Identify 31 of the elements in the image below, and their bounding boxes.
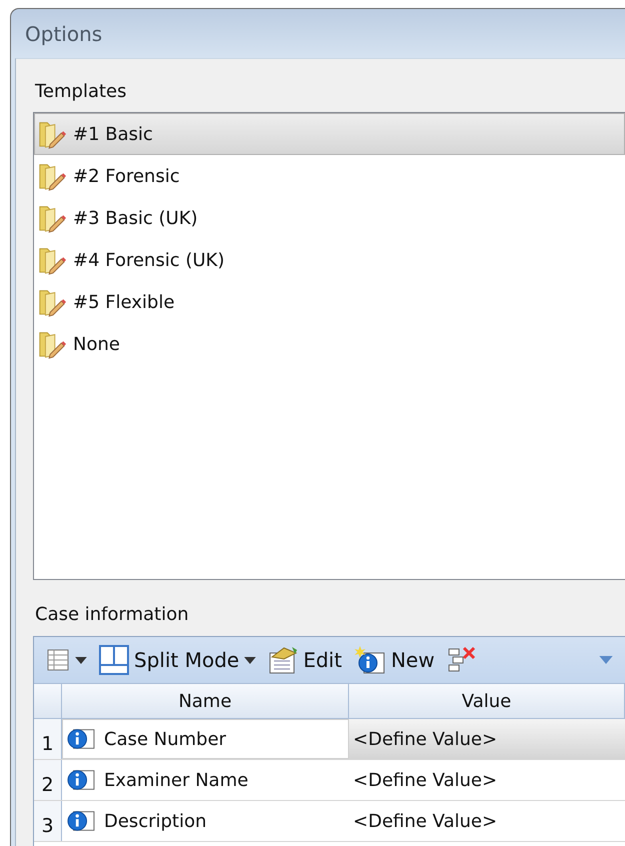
column-header[interactable]: Value: [349, 684, 625, 718]
template-item[interactable]: #4 Forensic (UK): [34, 239, 625, 281]
overflow-button[interactable]: [597, 654, 615, 666]
column-header[interactable]: Name: [62, 684, 349, 718]
template-item[interactable]: #5 Flexible: [34, 281, 625, 323]
name-cell[interactable]: Description: [62, 801, 349, 841]
caret-icon: [75, 656, 87, 664]
window-title: Options: [25, 22, 102, 46]
split-mode-button[interactable]: Split Mode: [97, 643, 258, 677]
section-label: Case information: [35, 604, 189, 625]
row-number: 1: [34, 719, 62, 759]
name-cell[interactable]: Case Number: [62, 719, 349, 759]
template-item[interactable]: #3 Basic (UK): [34, 197, 625, 239]
edit-button[interactable]: Edit: [266, 643, 344, 677]
grid-icon: [46, 648, 70, 672]
name-cell[interactable]: Examiner Name: [62, 760, 349, 800]
new-info-icon: [354, 645, 386, 675]
template-item[interactable]: None: [34, 323, 625, 365]
value-cell[interactable]: <Define Value>: [349, 760, 625, 800]
section-label: Templates: [35, 81, 127, 102]
new-button[interactable]: New: [352, 643, 437, 677]
row-number: 3: [34, 801, 62, 841]
template-item[interactable]: #1 Basic: [34, 113, 625, 155]
value-cell[interactable]: <Define Value>: [349, 801, 625, 841]
split-layout-icon: [99, 645, 129, 675]
row-number: 2: [34, 760, 62, 800]
template-item[interactable]: #2 Forensic: [34, 155, 625, 197]
caret-icon: [244, 656, 256, 664]
caret-icon: [599, 656, 613, 664]
value-cell[interactable]: <Define Value>: [349, 719, 625, 759]
edit-form-icon: [268, 645, 298, 675]
